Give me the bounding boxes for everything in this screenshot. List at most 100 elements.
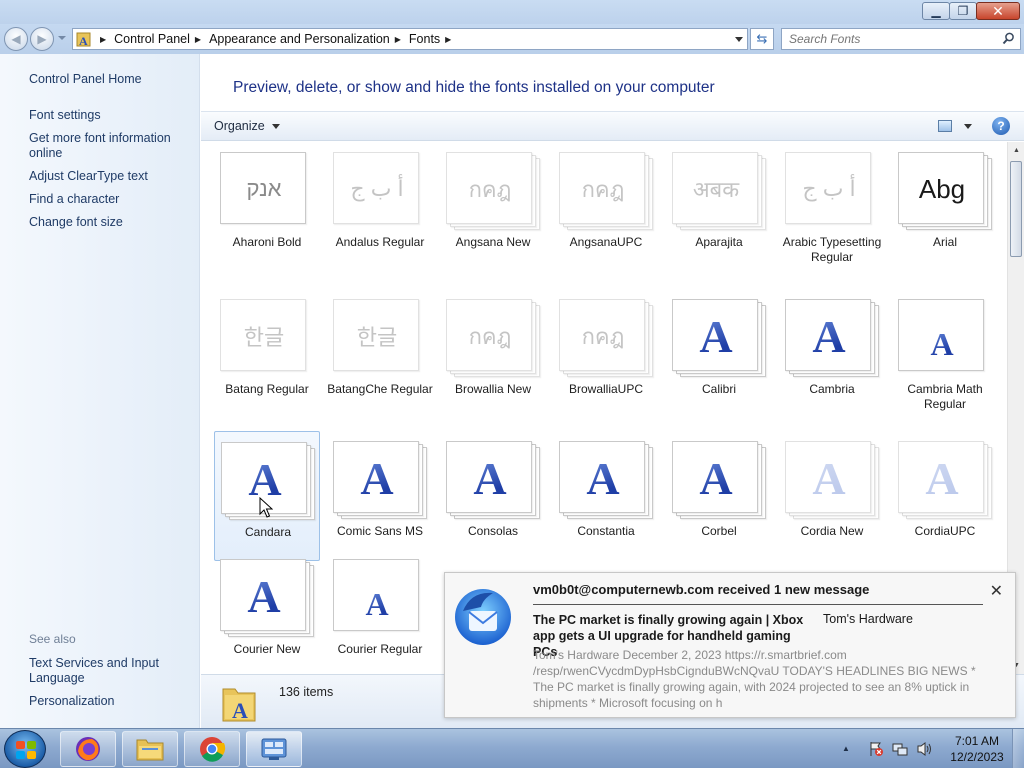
personalization-link[interactable]: Personalization [29,694,189,709]
close-button[interactable]: ✕ [976,2,1020,20]
search-icon[interactable] [1002,32,1015,48]
svg-text:A: A [79,34,88,47]
breadcrumb: Control Panel ▶ Appearance and Personali… [114,32,459,46]
forward-button[interactable]: ▶ [30,27,54,51]
font-item[interactable]: अबक Aparajita [666,142,772,272]
taskbar-control-panel[interactable] [246,731,302,767]
font-item[interactable]: A Courier Regular [327,549,433,674]
action-center-icon[interactable] [868,741,884,757]
font-item[interactable]: A Comic Sans MS [327,431,433,561]
font-item[interactable]: A Candara [214,431,320,561]
font-item[interactable]: กคฎ Angsana New [440,142,546,272]
volume-icon[interactable] [916,741,934,757]
font-preview-icon: A [333,559,427,637]
font-item[interactable]: A CordiaUPC [892,431,998,561]
scroll-up-arrow-icon[interactable]: ▲ [1008,142,1024,159]
change-font-size-link[interactable]: Change font size [29,215,189,230]
font-item[interactable]: أ ب ج Andalus Regular [327,142,433,272]
font-item[interactable]: 한글 Batang Regular [214,289,320,419]
font-name: Batang Regular [225,382,309,396]
search-input[interactable] [782,32,992,46]
system-tray: ▲ 7:01 AM 12/2/2023 [834,729,1024,768]
font-item[interactable]: A Cordia New [779,431,885,561]
font-name: AngsanaUPC [569,235,643,249]
font-item[interactable]: A Consolas [440,431,546,561]
control-panel-icon [261,738,287,760]
font-name: Cordia New [800,524,864,538]
back-button[interactable]: ◀ [4,27,28,51]
organize-button[interactable]: Organize [214,119,280,133]
font-item[interactable]: A Corbel [666,431,772,561]
minimize-button[interactable]: ▁ [922,2,950,20]
start-button[interactable] [4,730,46,768]
more-font-info-link[interactable]: Get more font information online [29,131,189,161]
font-page-sheet: กคฎ [446,152,532,224]
adjust-cleartype-link[interactable]: Adjust ClearType text [29,169,189,184]
font-preview-icon: अबक [672,152,766,230]
recent-pages-dropdown[interactable] [58,36,66,40]
show-hidden-icons-icon[interactable]: ▲ [842,744,850,753]
refresh-icon: ⇆ [756,31,768,46]
font-glyph: 한글 [356,325,398,350]
chevron-down-icon [271,123,280,129]
close-icon: ✕ [992,3,1004,19]
control-panel-home-link[interactable]: Control Panel Home [29,72,189,87]
file-explorer-icon [136,739,164,761]
refresh-button[interactable]: ⇆ [750,28,774,50]
clock-time: 7:01 AM [954,734,1000,748]
font-preview-icon: 한글 [220,299,314,377]
font-name: Constantia [577,524,635,538]
breadcrumb-control-panel[interactable]: Control Panel [114,32,190,46]
font-page-sheet: A [672,299,758,371]
breadcrumb-arrow[interactable]: ▶ [195,35,201,44]
taskbar-chrome[interactable] [184,731,240,767]
breadcrumb-fonts[interactable]: Fonts [409,32,440,46]
page-title: Preview, delete, or show and hide the fo… [233,79,715,96]
font-item[interactable]: กคฎ Browallia New [440,289,546,419]
breadcrumb-root-arrow[interactable]: ▶ [100,35,106,44]
font-item[interactable]: A Courier New [214,549,320,674]
thunderbird-icon [449,581,517,649]
search-box[interactable] [781,28,1021,50]
font-preview-icon: A [898,299,992,377]
breadcrumb-appearance[interactable]: Appearance and Personalization [209,32,390,46]
font-name: Angsana New [455,235,531,249]
font-glyph: A [930,325,954,362]
font-glyph: กคฎ [468,323,512,349]
font-preview-icon: أ ب ج [333,152,427,230]
font-item[interactable]: กคฎ AngsanaUPC [553,142,659,272]
font-item[interactable]: 한글 BatangChe Regular [327,289,433,419]
font-preview-icon: กคฎ [446,152,540,230]
font-name: BrowalliaUPC [568,382,644,396]
change-view-icon[interactable] [938,120,952,132]
title-bar: ▁ ❐ ✕ [0,0,1024,24]
font-item[interactable]: A Constantia [553,431,659,561]
font-settings-link[interactable]: Font settings [29,108,189,123]
show-desktop-button[interactable] [1012,729,1024,768]
notification-close-icon[interactable]: ✕ [990,581,1003,601]
font-item[interactable]: A Cambria Math Regular [892,289,998,419]
font-item[interactable]: أ ب ج Arabic Typesetting Regular [779,142,885,272]
font-page-sheet: Abg [898,152,984,224]
taskbar-file-explorer[interactable] [122,731,178,767]
network-icon[interactable] [892,741,908,757]
taskbar-firefox[interactable] [60,731,116,767]
font-item[interactable]: A Calibri [666,289,772,419]
text-services-link[interactable]: Text Services and Input Language [29,656,189,686]
item-count: 136 items [279,685,334,699]
find-character-link[interactable]: Find a character [29,192,189,207]
font-item[interactable]: אנק Aharoni Bold [214,142,320,272]
mail-notification[interactable]: vm0b0t@computernewb.com received 1 new m… [444,572,1016,718]
font-item[interactable]: Abg Arial [892,142,998,272]
breadcrumb-arrow[interactable]: ▶ [395,35,401,44]
font-item[interactable]: A Cambria [779,289,885,419]
clock[interactable]: 7:01 AM 12/2/2023 [944,733,1010,765]
maximize-button[interactable]: ❐ [949,2,977,20]
font-item[interactable]: กคฎ BrowalliaUPC [553,289,659,419]
scrollbar-thumb[interactable] [1010,161,1022,257]
address-bar[interactable]: A ▶ Control Panel ▶ Appearance and Perso… [72,28,748,50]
view-options-dropdown[interactable] [964,124,972,129]
help-icon[interactable]: ? [992,117,1010,135]
breadcrumb-arrow[interactable]: ▶ [445,35,451,44]
address-history-dropdown[interactable] [729,29,747,49]
